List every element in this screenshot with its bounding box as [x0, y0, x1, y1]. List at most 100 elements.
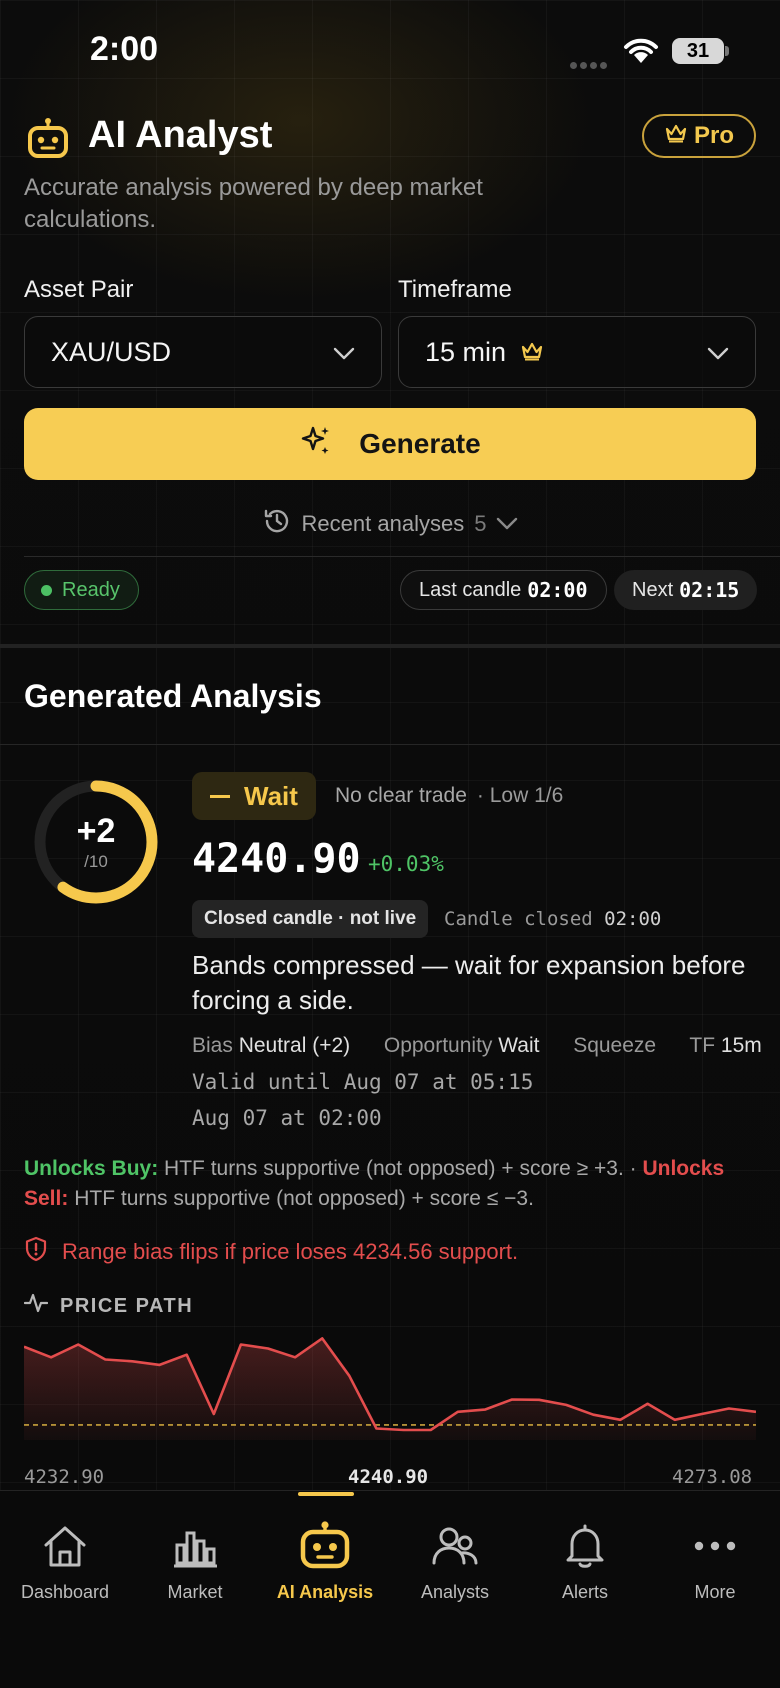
confidence-level: · Low 1/6 — [476, 784, 564, 807]
pro-badge[interactable]: Pro — [642, 114, 756, 158]
page-subtitle: Accurate analysis powered by deep market… — [24, 174, 483, 233]
score-value: +2 — [76, 812, 116, 850]
analysis-summary: Bands compressed — wait for expansion be… — [192, 950, 746, 1015]
timeframe-value: 15 min — [425, 336, 507, 367]
divider — [24, 556, 780, 557]
current-price: 4240.90 — [192, 836, 361, 882]
squeeze-label: Squeeze — [573, 1034, 657, 1057]
chevron-down-icon — [333, 337, 355, 368]
generated-analysis-title: Generated Analysis — [24, 678, 322, 714]
nav-label: Market — [167, 1582, 223, 1602]
dash-icon — [210, 794, 230, 798]
score-max: /10 — [84, 852, 108, 871]
nav-label: Dashboard — [20, 1582, 110, 1602]
chevron-down-icon — [496, 511, 518, 537]
bar-chart-icon — [130, 1516, 260, 1576]
last-candle-value: 02:00 — [527, 578, 588, 602]
signal-badge: Wait — [192, 772, 316, 820]
nav-label: AI Analysis — [276, 1582, 374, 1602]
signal-description: No clear trade · Low 1/6 — [335, 784, 563, 808]
page: 2:00 31 AI Analyst Pro Accurate analysis… — [0, 0, 780, 1688]
last-candle-chip: Last candle 02:00 — [400, 570, 607, 610]
section-divider — [0, 644, 780, 648]
battery-cap — [725, 46, 729, 56]
nav-alerts[interactable]: Alerts — [520, 1516, 650, 1603]
candle-closed-label: Candle closed — [444, 908, 593, 930]
signal-desc-text: No clear trade — [335, 784, 467, 807]
candle-closed-info: Candle closed 02:00 — [444, 908, 661, 930]
nav-more[interactable]: More — [650, 1516, 780, 1603]
next-candle-value: 02:15 — [679, 578, 740, 602]
shield-alert-icon — [24, 1236, 48, 1268]
status-time: 2:00 — [90, 30, 159, 68]
nav-label: Analysts — [420, 1582, 490, 1602]
bias-value: Neutral (+2) — [238, 1034, 351, 1057]
asset-pair-select[interactable]: XAU/USD — [24, 316, 382, 388]
active-tab-indicator — [298, 1492, 354, 1496]
price-low-label: 4232.90 — [24, 1466, 105, 1488]
activity-icon — [23, 1292, 49, 1320]
nav-ai-analysis[interactable]: AI Analysis — [260, 1516, 390, 1603]
crown-icon — [664, 122, 688, 150]
robot-icon — [260, 1516, 390, 1576]
unlocks-sell-text: HTF turns supportive (not opposed) + sco… — [74, 1187, 534, 1210]
next-candle-chip: Next 02:15 — [614, 570, 758, 610]
tf-value: 15m — [720, 1034, 762, 1057]
recent-analyses-label: Recent analyses — [301, 511, 465, 536]
recent-analyses-count: 5 — [474, 511, 487, 536]
generated-at: Aug 07 at 02:00 — [192, 1106, 382, 1130]
next-candle-label: Next — [632, 578, 674, 601]
price-path-chart — [24, 1337, 756, 1440]
battery-indicator: 31 — [672, 38, 724, 64]
last-candle-label: Last candle — [419, 578, 522, 601]
timeframe-select[interactable]: 15 min — [398, 316, 756, 388]
ready-label: Ready — [62, 578, 120, 601]
history-icon — [262, 506, 292, 542]
unlocks-buy-label: Unlocks Buy: — [24, 1157, 159, 1180]
sparkle-icon — [299, 424, 333, 465]
recent-analyses-toggle[interactable]: Recent analyses 5 — [0, 506, 780, 542]
opportunity-value: Wait — [498, 1034, 540, 1057]
crown-icon — [520, 337, 544, 368]
status-dot — [41, 584, 52, 596]
price-change: +0.03% — [368, 852, 444, 876]
nav-dashboard[interactable]: Dashboard — [0, 1516, 130, 1603]
chevron-down-icon — [707, 337, 729, 368]
nav-label: More — [694, 1582, 736, 1602]
price-current-label: 4240.90 — [348, 1466, 429, 1488]
price-path-label: PRICE PATH — [60, 1294, 194, 1317]
unlocks-buy-text: HTF turns supportive (not opposed) + sco… — [164, 1157, 637, 1180]
bell-icon — [520, 1516, 650, 1576]
wifi-icon — [622, 36, 660, 69]
tf-label: TF — [689, 1034, 716, 1057]
generate-button[interactable]: Generate — [24, 408, 756, 480]
opportunity-label: Opportunity — [383, 1034, 493, 1057]
analysis-meta-row: Bias Neutral (+2) Opportunity Wait Squee… — [192, 1034, 762, 1058]
more-icon — [650, 1516, 780, 1576]
page-title: AI Analyst — [88, 114, 273, 156]
asset-pair-value: XAU/USD — [51, 336, 172, 367]
closed-candle-chip: Closed candle · not live — [192, 900, 429, 938]
ready-status-badge: Ready — [24, 570, 139, 610]
users-icon — [390, 1516, 520, 1576]
candle-closed-value: 02:00 — [604, 908, 662, 930]
risk-text: Range bias flips if price loses 4234.56 … — [62, 1239, 519, 1264]
divider — [0, 744, 780, 745]
pro-label: Pro — [693, 122, 734, 149]
generate-label: Generate — [359, 428, 481, 459]
price-path-header: PRICE PATH — [23, 1292, 194, 1320]
risk-warning: Range bias flips if price loses 4234.56 … — [24, 1236, 518, 1268]
signal-label: Wait — [244, 780, 298, 811]
unlock-conditions: Unlocks Buy: HTF turns supportive (not o… — [24, 1154, 756, 1214]
nav-analysts[interactable]: Analysts — [390, 1516, 520, 1603]
robot-icon — [26, 118, 70, 163]
cellular-signal-icon — [570, 56, 610, 69]
asset-pair-label: Asset Pair — [24, 276, 134, 303]
nav-label: Alerts — [561, 1582, 608, 1602]
nav-market[interactable]: Market — [130, 1516, 260, 1603]
timeframe-label: Timeframe — [398, 276, 512, 303]
price-high-label: 4273.08 — [672, 1466, 753, 1488]
home-icon — [0, 1516, 130, 1576]
valid-until: Valid until Aug 07 at 05:15 — [192, 1070, 534, 1094]
bias-label: Bias — [192, 1034, 233, 1057]
